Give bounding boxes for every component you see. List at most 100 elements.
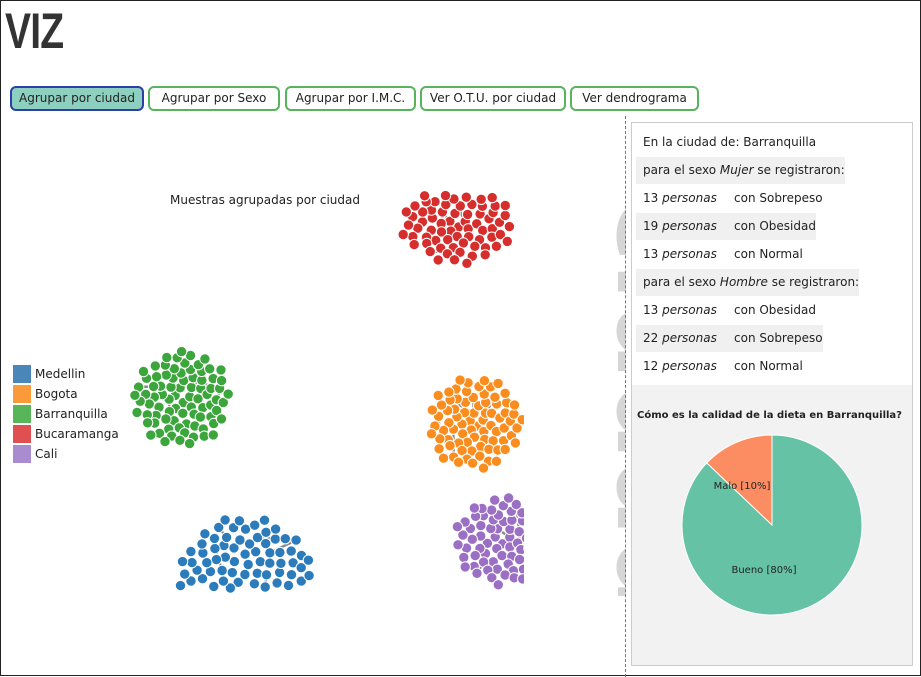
sample-node[interactable] <box>209 581 219 591</box>
sample-node[interactable] <box>398 229 408 239</box>
sample-node[interactable] <box>227 567 237 577</box>
sample-node[interactable] <box>195 412 205 422</box>
sample-node[interactable] <box>210 543 220 553</box>
sample-node[interactable] <box>425 246 435 256</box>
sample-node[interactable] <box>493 580 503 590</box>
group-by-sex-button[interactable]: Agrupar por Sexo <box>148 86 280 111</box>
sample-node[interactable] <box>462 209 472 219</box>
sample-node[interactable] <box>184 438 194 448</box>
sample-node[interactable] <box>440 190 450 200</box>
sample-node[interactable] <box>486 505 496 515</box>
sample-node[interactable] <box>419 191 429 201</box>
sample-node[interactable] <box>177 556 187 566</box>
sample-node[interactable] <box>265 558 275 568</box>
sample-node[interactable] <box>467 458 477 468</box>
group-by-city-button[interactable]: Agrupar por ciudad <box>10 86 144 111</box>
sample-node[interactable] <box>146 430 156 440</box>
sample-node[interactable] <box>487 192 497 202</box>
sample-node[interactable] <box>461 192 471 202</box>
sample-node[interactable] <box>286 546 296 556</box>
view-otu-by-city-button[interactable]: Ver O.T.U. por ciudad <box>420 86 566 111</box>
sample-node[interactable] <box>161 414 171 424</box>
sample-node[interactable] <box>205 364 215 374</box>
sample-node[interactable] <box>142 418 152 428</box>
sample-node[interactable] <box>291 535 301 545</box>
sample-node[interactable] <box>286 570 296 580</box>
sample-node[interactable] <box>526 526 536 536</box>
sample-node[interactable] <box>220 515 230 525</box>
sample-node[interactable] <box>409 239 419 249</box>
sample-node[interactable] <box>283 580 293 590</box>
sample-node[interactable] <box>444 387 454 397</box>
sample-node[interactable] <box>250 520 260 530</box>
sample-node[interactable] <box>462 258 472 268</box>
sample-node[interactable] <box>200 354 210 364</box>
sample-node[interactable] <box>197 539 207 549</box>
sample-node[interactable] <box>491 456 501 466</box>
sample-node[interactable] <box>132 407 142 417</box>
sample-node[interactable] <box>521 533 531 543</box>
sample-node[interactable] <box>187 557 197 567</box>
view-dendrogram-button[interactable]: Ver dendrograma <box>570 86 699 111</box>
sample-node[interactable] <box>524 543 534 553</box>
sample-node[interactable] <box>460 562 470 572</box>
sample-node[interactable] <box>504 221 514 231</box>
sample-node[interactable] <box>270 524 280 534</box>
sample-node[interactable] <box>453 457 463 467</box>
sample-node[interactable] <box>240 569 250 579</box>
sample-node[interactable] <box>480 250 490 260</box>
sample-node[interactable] <box>500 444 510 454</box>
sample-node[interactable] <box>436 400 446 410</box>
sample-node[interactable] <box>434 444 444 454</box>
sample-node[interactable] <box>180 569 190 579</box>
sample-node[interactable] <box>249 579 259 589</box>
sample-node[interactable] <box>175 435 185 445</box>
sample-node[interactable] <box>535 525 545 535</box>
sample-node[interactable] <box>217 565 227 575</box>
sample-node[interactable] <box>470 550 480 560</box>
sample-node[interactable] <box>533 547 543 557</box>
sample-node[interactable] <box>500 388 510 398</box>
sample-node[interactable] <box>453 540 463 550</box>
sample-node[interactable] <box>500 200 510 210</box>
sample-node[interactable] <box>270 534 280 544</box>
sample-node[interactable] <box>280 534 290 544</box>
sample-node[interactable] <box>517 415 527 425</box>
sample-node[interactable] <box>176 346 186 356</box>
sample-node[interactable] <box>166 382 176 392</box>
sample-node[interactable] <box>526 515 536 525</box>
sample-node[interactable] <box>211 554 221 564</box>
sample-node[interactable] <box>469 503 479 513</box>
sample-node[interactable] <box>221 532 231 542</box>
sample-node[interactable] <box>200 529 210 539</box>
sample-node[interactable] <box>445 441 455 451</box>
sample-node[interactable] <box>490 392 500 402</box>
sample-node[interactable] <box>216 414 226 424</box>
sample-node[interactable] <box>260 582 270 592</box>
sample-node[interactable] <box>175 580 185 590</box>
sample-node[interactable] <box>160 436 170 446</box>
sample-node[interactable] <box>218 576 228 586</box>
sample-node[interactable] <box>130 390 140 400</box>
sample-node[interactable] <box>275 547 285 557</box>
sample-node[interactable] <box>502 236 512 246</box>
sample-node[interactable] <box>303 555 313 565</box>
sample-node[interactable] <box>272 578 282 588</box>
sample-node[interactable] <box>509 400 519 410</box>
sample-node[interactable] <box>490 495 500 505</box>
sample-node[interactable] <box>252 568 262 578</box>
sample-node[interactable] <box>208 430 218 440</box>
sample-node[interactable] <box>240 549 250 559</box>
sample-node[interactable] <box>401 207 411 217</box>
sample-node[interactable] <box>138 366 148 376</box>
sample-node[interactable] <box>223 389 233 399</box>
sample-node[interactable] <box>479 376 489 386</box>
sample-node[interactable] <box>472 568 482 578</box>
sample-node[interactable] <box>526 506 536 516</box>
sample-node[interactable] <box>235 535 245 545</box>
sample-node[interactable] <box>438 453 448 463</box>
sample-node[interactable] <box>304 570 314 580</box>
sample-node[interactable] <box>202 558 212 568</box>
sample-node[interactable] <box>261 570 271 580</box>
sample-node[interactable] <box>433 255 443 265</box>
